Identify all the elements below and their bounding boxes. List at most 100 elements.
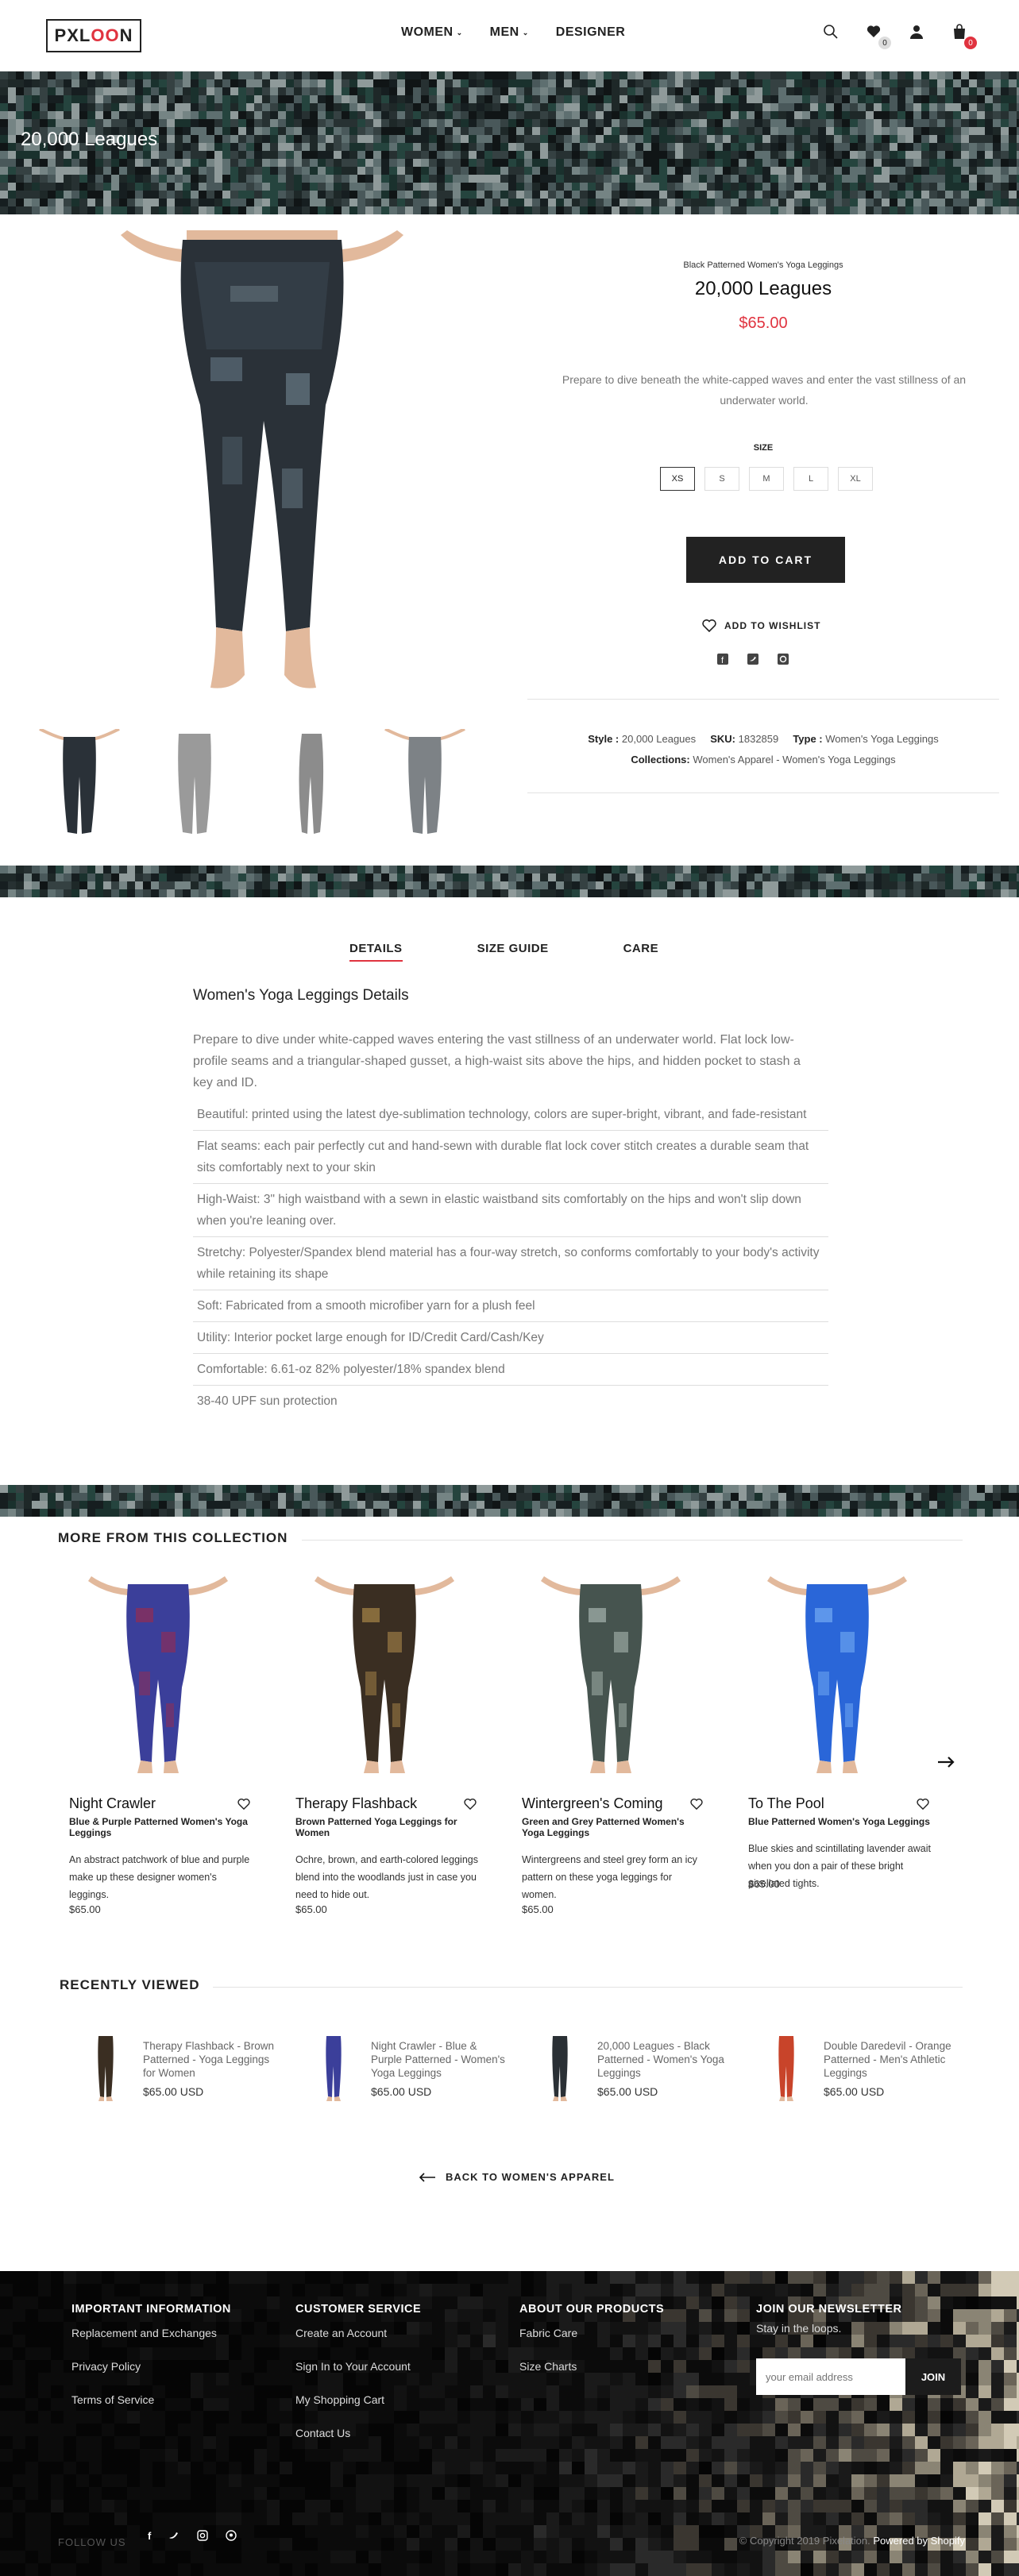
- footer-link[interactable]: Size Charts: [519, 2360, 664, 2373]
- nav-women-label: WOMEN: [401, 25, 454, 39]
- nav-men[interactable]: MEN ⌄: [490, 25, 529, 40]
- recently-viewed-image[interactable]: [82, 2034, 129, 2101]
- product-card-description: An abstract patchwork of blue and purple…: [69, 1854, 250, 1900]
- collection-title: MORE FROM THIS COLLECTION: [58, 1530, 288, 1545]
- details-item: 38-40 UPF sun protection: [197, 1394, 338, 1408]
- product-title: 20,000 Leagues: [694, 278, 832, 299]
- tab-size-guide[interactable]: SIZE GUIDE: [477, 942, 549, 962]
- heart-outline-icon[interactable]: [237, 1799, 250, 1810]
- footer-link[interactable]: Sign In to Your Account: [295, 2360, 421, 2373]
- add-to-cart-button[interactable]: ADD TO CART: [686, 537, 845, 583]
- product-card-image[interactable]: [60, 1576, 257, 1775]
- heart-outline-icon[interactable]: [917, 1799, 929, 1810]
- product-card[interactable]: Therapy Flashback Brown Patterned Yoga Le…: [286, 1576, 483, 1915]
- footer-link[interactable]: Fabric Care: [519, 2327, 664, 2339]
- product-card-name[interactable]: To The Pool: [748, 1795, 824, 1812]
- share-icons: f: [717, 654, 789, 665]
- carousel-next-arrow-icon[interactable]: [937, 1757, 955, 1768]
- product-card-image[interactable]: [739, 1576, 936, 1775]
- heart-icon[interactable]: 0: [866, 24, 891, 49]
- pattern-band: [0, 866, 1019, 897]
- details-title: Women's Yoga Leggings Details: [193, 987, 409, 1004]
- back-link-label: BACK TO WOMEN'S APPAREL: [446, 2171, 615, 2183]
- divider: [302, 1540, 963, 1541]
- size-option-xs[interactable]: XS: [660, 467, 695, 491]
- recently-viewed-item[interactable]: 20,000 Leagues - Black Patterned - Women…: [536, 2034, 743, 2106]
- size-option-l[interactable]: L: [793, 467, 828, 491]
- divider: [527, 699, 999, 700]
- newsletter-email-input[interactable]: [756, 2358, 905, 2395]
- product-thumb-3[interactable]: [258, 729, 361, 840]
- product-card[interactable]: To The Pool Blue Patterned Women's Yoga L…: [739, 1576, 936, 1890]
- sku-label: SKU:: [710, 733, 735, 745]
- logo[interactable]: PXL OO N: [46, 19, 141, 52]
- back-to-collection-link[interactable]: BACK TO WOMEN'S APPAREL: [419, 2171, 615, 2183]
- footer-link[interactable]: Terms of Service: [71, 2393, 231, 2406]
- size-option-xl[interactable]: XL: [838, 467, 873, 491]
- product-card-price: $65.00: [522, 1903, 554, 1915]
- product-card-subtitle: Brown Patterned Yoga Leggings for Women: [295, 1816, 457, 1838]
- size-option-m[interactable]: M: [749, 467, 784, 491]
- tab-details[interactable]: DETAILS: [349, 942, 403, 962]
- details-item: High-Waist: 3" high waistband with a sew…: [193, 1184, 828, 1237]
- heart-outline-icon[interactable]: [690, 1799, 703, 1810]
- product-main-image[interactable]: [48, 230, 500, 699]
- product-thumb-4[interactable]: [373, 729, 477, 840]
- twitter-icon[interactable]: [168, 2530, 179, 2542]
- twitter-icon[interactable]: [747, 654, 758, 665]
- product-card[interactable]: Wintergreen's Coming Green and Grey Patte…: [512, 1576, 709, 1915]
- newsletter-join-button[interactable]: JOIN: [905, 2358, 961, 2395]
- recently-viewed-price: $65.00 USD: [597, 2085, 658, 2098]
- instagram-icon[interactable]: [197, 2530, 209, 2542]
- product-card-image[interactable]: [286, 1576, 483, 1775]
- pattern-band: [0, 1485, 1019, 1517]
- footer-link[interactable]: My Shopping Cart: [295, 2393, 421, 2406]
- nav-women[interactable]: WOMEN ⌄: [401, 25, 463, 40]
- recently-viewed-image[interactable]: [310, 2034, 357, 2101]
- details-item: Soft: Fabricated from a smooth microfibe…: [193, 1290, 828, 1322]
- recently-viewed-item[interactable]: Night Crawler - Blue & Purple Patterned …: [310, 2034, 516, 2106]
- facebook-icon[interactable]: f: [717, 654, 728, 665]
- size-option-s[interactable]: S: [704, 467, 739, 491]
- recently-viewed-title[interactable]: Night Crawler - Blue & Purple Patterned …: [371, 2039, 506, 2080]
- product-card-name[interactable]: Therapy Flashback: [295, 1795, 417, 1812]
- nav-designer[interactable]: DESIGNER: [556, 25, 626, 40]
- wishlist-count: 0: [878, 37, 891, 49]
- product-card[interactable]: Night Crawler Blue & Purple Patterned Wom…: [60, 1576, 257, 1915]
- recently-viewed-image[interactable]: [762, 2034, 810, 2101]
- type-value[interactable]: Women's Yoga Leggings: [825, 733, 938, 745]
- recently-viewed-image[interactable]: [536, 2034, 584, 2101]
- footer-link[interactable]: Create an Account: [295, 2327, 421, 2339]
- pinterest-icon[interactable]: [778, 654, 789, 665]
- details-item: Utility: Interior pocket large enough fo…: [193, 1322, 828, 1354]
- product-card-subtitle: Green and Grey Patterned Women's Yoga Le…: [522, 1816, 685, 1838]
- recently-viewed-item[interactable]: Therapy Flashback - Brown Patterned - Yo…: [82, 2034, 288, 2106]
- tab-care[interactable]: CARE: [623, 942, 659, 962]
- footer-link[interactable]: Replacement and Exchanges: [71, 2327, 231, 2339]
- footer-link[interactable]: Privacy Policy: [71, 2360, 231, 2373]
- product-card-name[interactable]: Night Crawler: [69, 1795, 156, 1812]
- footer-link[interactable]: Contact Us: [295, 2427, 421, 2439]
- hero-title: 20,000 Leagues: [21, 129, 158, 150]
- heart-outline-icon[interactable]: [464, 1799, 477, 1810]
- product-card-name[interactable]: Wintergreen's Coming: [522, 1795, 663, 1812]
- style-label: Style :: [588, 733, 620, 745]
- collections-value[interactable]: Women's Apparel - Women's Yoga Leggings: [693, 754, 895, 765]
- pinterest-icon[interactable]: [226, 2530, 237, 2542]
- product-card-description: Ochre, brown, and earth-colored leggings…: [295, 1854, 478, 1900]
- recently-viewed-title[interactable]: 20,000 Leagues - Black Patterned - Women…: [597, 2039, 732, 2080]
- user-icon[interactable]: [909, 24, 928, 43]
- facebook-icon[interactable]: f: [148, 2530, 151, 2542]
- recently-viewed-title[interactable]: Therapy Flashback - Brown Patterned - Yo…: [143, 2039, 278, 2080]
- product-card-image[interactable]: [512, 1576, 709, 1775]
- powered-by-link[interactable]: Powered by Shopify: [873, 2535, 965, 2547]
- details-intro: Prepare to dive under white-capped waves…: [193, 1033, 801, 1089]
- product-thumb-2[interactable]: [143, 729, 246, 840]
- footer-heading: IMPORTANT INFORMATION: [71, 2303, 231, 2316]
- add-to-wishlist-button[interactable]: ADD TO WISHLIST: [702, 619, 820, 632]
- recently-viewed-item[interactable]: Double Daredevil - Orange Patterned - Me…: [762, 2034, 969, 2106]
- search-icon[interactable]: [823, 24, 842, 43]
- product-thumb-1[interactable]: [28, 729, 131, 840]
- bag-icon[interactable]: 0: [951, 24, 977, 49]
- recently-viewed-title[interactable]: Double Daredevil - Orange Patterned - Me…: [824, 2039, 959, 2080]
